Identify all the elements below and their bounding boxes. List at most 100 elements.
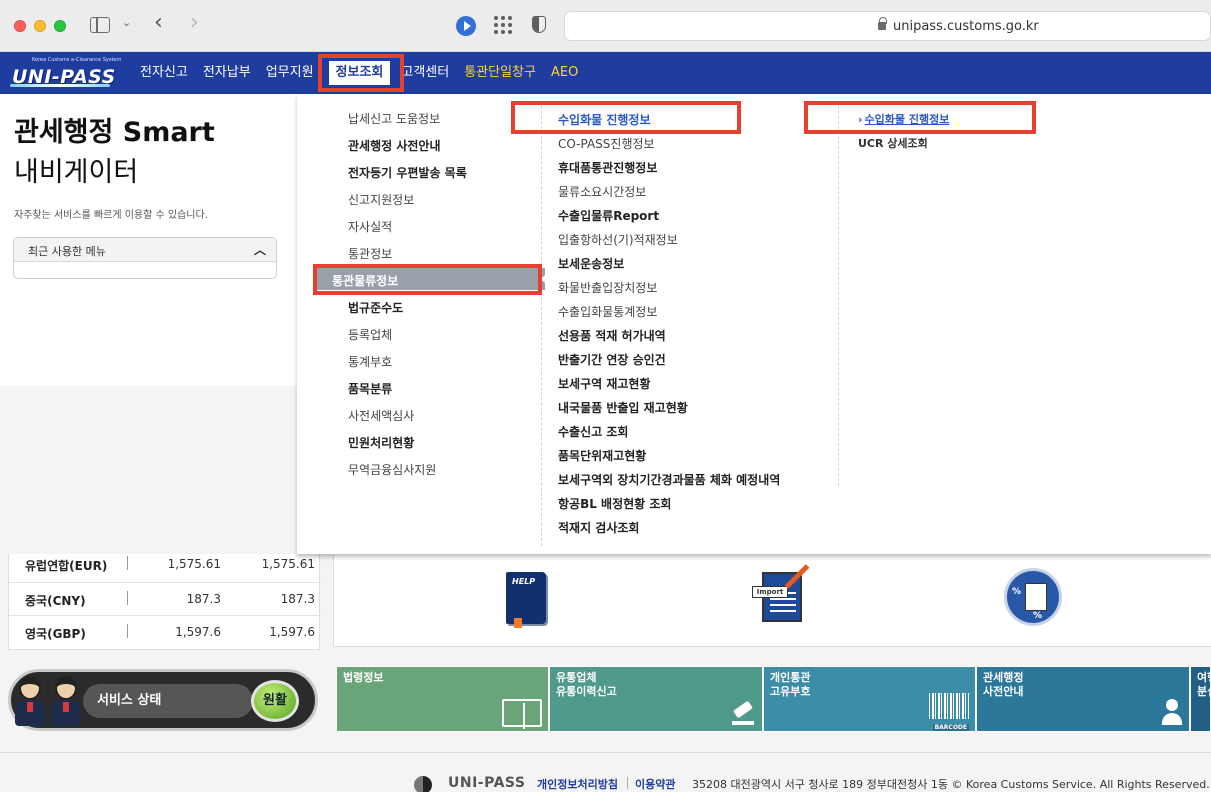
column-divider (838, 106, 839, 486)
submenu-item[interactable]: 선용품 적재 허가내역 (558, 327, 666, 344)
tile-travel-lost[interactable]: 여행 분실 (1190, 666, 1211, 732)
menu-item[interactable]: 무역금융심사지원 (348, 461, 436, 478)
submenu-item[interactable]: 항공BL 배정현황 조회 (558, 495, 671, 512)
menu-item[interactable]: 민원처리현황 (348, 434, 414, 451)
site-header: Korea Customs e-Clearance System UNI-PAS… (0, 52, 1211, 94)
menu-item-label: 통관물류정보 (332, 274, 399, 288)
submenu-item[interactable]: 보세구역외 장치기간경과물품 체화 예정내역 (558, 471, 780, 488)
tax-percent-icon[interactable]: % % (1004, 568, 1062, 626)
submenu-item[interactable]: 물류소요시간정보 (558, 183, 646, 200)
forward-arrow-icon[interactable]: › (190, 12, 199, 34)
barcode-label: BARCODE (932, 724, 969, 731)
submenu-item[interactable]: 내국물품 반출입 재고현황 (558, 399, 688, 416)
menu-item[interactable]: 품목분류 (348, 380, 392, 397)
barcode-icon (929, 693, 969, 719)
menu-item-selected[interactable]: 통관물류정보 (317, 268, 546, 290)
agent-headset-icon (1161, 699, 1183, 727)
submenu-item[interactable]: CO-PASS진행정보 (558, 135, 655, 152)
play-extension-icon[interactable] (456, 16, 476, 36)
submenu-item[interactable]: 입출항하선(기)적재정보 (558, 231, 678, 248)
recent-menu-label: 최근 사용한 메뉴 (28, 245, 106, 258)
table-row: 중국(CNY) 187.3 187.3 (9, 582, 321, 615)
gnb-item-single-window[interactable]: 통관단일창구 (464, 52, 536, 94)
gnb-item-electronic-payment[interactable]: 전자납부 (203, 52, 251, 94)
extensions-grid-icon[interactable] (494, 16, 512, 34)
import-document-icon[interactable]: Import (752, 564, 810, 624)
menu-item[interactable]: 통계부호 (348, 353, 392, 370)
submenu-item[interactable]: 적재지 검사조회 (558, 519, 639, 536)
submenu-item[interactable]: 수출신고 조회 (558, 423, 628, 440)
lock-icon (878, 17, 887, 30)
menu-item[interactable]: 사전세액심사 (348, 407, 414, 424)
rate-value: 1,575.61 (167, 557, 221, 571)
recent-menu-header[interactable]: 최근 사용한 메뉴 ︿ (14, 238, 276, 262)
gnb-item-electronic-filing[interactable]: 전자신고 (140, 52, 188, 94)
sheet-shape (1025, 583, 1047, 611)
exchange-rate-table: 유럽연합(EUR) 1,575.61 1,575.61 중국(CNY) 187.… (8, 554, 321, 650)
percent-glyph: % (1033, 611, 1043, 621)
terms-link[interactable]: 이용약관 (635, 776, 675, 792)
currency-name: 유럽연합(EUR) (25, 559, 108, 573)
rate-value: 187.3 (186, 592, 221, 606)
mascot-icon (13, 674, 47, 726)
gnb-item-aeo[interactable]: AEO (551, 52, 578, 94)
submenu-item-active[interactable]: 수입화물 진행정보 (558, 111, 651, 128)
submenu-item[interactable]: 품목단위재고현황 (558, 447, 646, 464)
minimize-window-button[interactable] (34, 20, 46, 32)
browser-toolbar: ⌄ ‹ › unipass.customs.go.kr (0, 0, 1211, 52)
footer: UNI-PASS 개인정보처리방침 이용약관 35208 대전광역시 서구 청사… (0, 753, 1211, 792)
back-arrow-icon[interactable]: ‹ (154, 12, 163, 34)
submenu-item[interactable]: 보세구역 재고현황 (558, 375, 651, 392)
submenu-item[interactable]: 화물반출입장치정보 (558, 279, 657, 296)
logo-swoosh (10, 84, 110, 87)
tile-personal-customs-code[interactable]: 개인통관 고유부호 BARCODE (763, 666, 976, 732)
service-status-widget: 서비스 상태 원활 (8, 669, 318, 731)
tile-customs-advance-notice[interactable]: 관세행정 사전안내 (976, 666, 1190, 732)
import-label: Import (752, 586, 788, 598)
tile-law-info[interactable]: 법령정보 (336, 666, 549, 732)
gnb-item-customer-center[interactable]: 고객센터 (401, 52, 449, 94)
menu-item[interactable]: 자사실적 (348, 218, 392, 235)
tile-distribution-report[interactable]: 유통업체 유통이력신고 (549, 666, 763, 732)
smart-navigator-panel: 관세행정 Smart 내비게이터 자주찾는 서비스를 빠르게 이용할 수 있습니… (0, 94, 313, 386)
tile-subtitle: 고유부호 (770, 685, 811, 698)
rate-value: 1,575.61 (261, 557, 315, 571)
zoom-window-button[interactable] (54, 20, 66, 32)
menu-item[interactable]: 법규준수도 (348, 299, 403, 316)
help-book-icon[interactable]: HELP (506, 572, 546, 628)
menu-item[interactable]: 통관정보 (348, 245, 392, 262)
chevron-down-icon[interactable]: ⌄ (122, 16, 131, 29)
submenu-item[interactable]: 휴대품통관진행정보 (558, 159, 657, 176)
submenu-item[interactable]: 보세운송정보 (558, 255, 624, 272)
menu-item[interactable]: 관세행정 사전안내 (348, 137, 441, 154)
divider (127, 624, 128, 638)
chevron-up-icon[interactable]: ︿ (254, 241, 266, 258)
rate-value: 1,597.6 (269, 625, 315, 639)
menu-item[interactable]: 전자등기 우편발송 목록 (348, 164, 467, 181)
menu-item[interactable]: 신고지원정보 (348, 191, 414, 208)
global-nav: 전자신고 전자납부 업무지원 정보조회 고객센터 통관단일창구 AEO (140, 52, 593, 94)
gnb-item-business-support[interactable]: 업무지원 (266, 52, 314, 94)
submenu-item[interactable]: 반출기간 연장 승인건 (558, 351, 666, 368)
help-label: HELP (512, 577, 536, 586)
sidebar-toggle-icon[interactable] (90, 17, 110, 33)
sub-submenu-item-active[interactable]: 수입화물 진행정보 (858, 111, 950, 127)
privacy-policy-link[interactable]: 개인정보처리방침 (537, 776, 618, 792)
url-text: unipass.customs.go.kr (893, 19, 1039, 34)
logo-subtitle: Korea Customs e-Clearance System (32, 57, 122, 63)
quick-icon-panel: HELP Import % % (333, 554, 1211, 647)
unipass-logo[interactable]: Korea Customs e-Clearance System UNI-PAS… (10, 57, 121, 91)
gnb-item-info-lookup[interactable]: 정보조회 (328, 61, 391, 85)
menu-item[interactable]: 납세신고 도움정보 (348, 110, 440, 127)
address-bar[interactable]: unipass.customs.go.kr (564, 11, 1211, 41)
privacy-shield-icon[interactable] (532, 16, 546, 33)
submenu-item[interactable]: 수출입물류Report (558, 207, 659, 224)
sub-submenu-item[interactable]: UCR 상세조회 (858, 135, 928, 151)
service-status-badge: 원활 (251, 680, 299, 722)
submenu-item[interactable]: 수출입화물통계정보 (558, 303, 657, 320)
currency-name: 중국(CNY) (25, 594, 86, 608)
recent-menu-accordion[interactable]: 최근 사용한 메뉴 ︿ (13, 237, 277, 279)
copyright-text: 35208 대전광역시 서구 청사로 189 정부대전청사 1동 © Korea… (692, 778, 1210, 791)
close-window-button[interactable] (14, 20, 26, 32)
menu-item[interactable]: 등록업체 (348, 326, 392, 343)
